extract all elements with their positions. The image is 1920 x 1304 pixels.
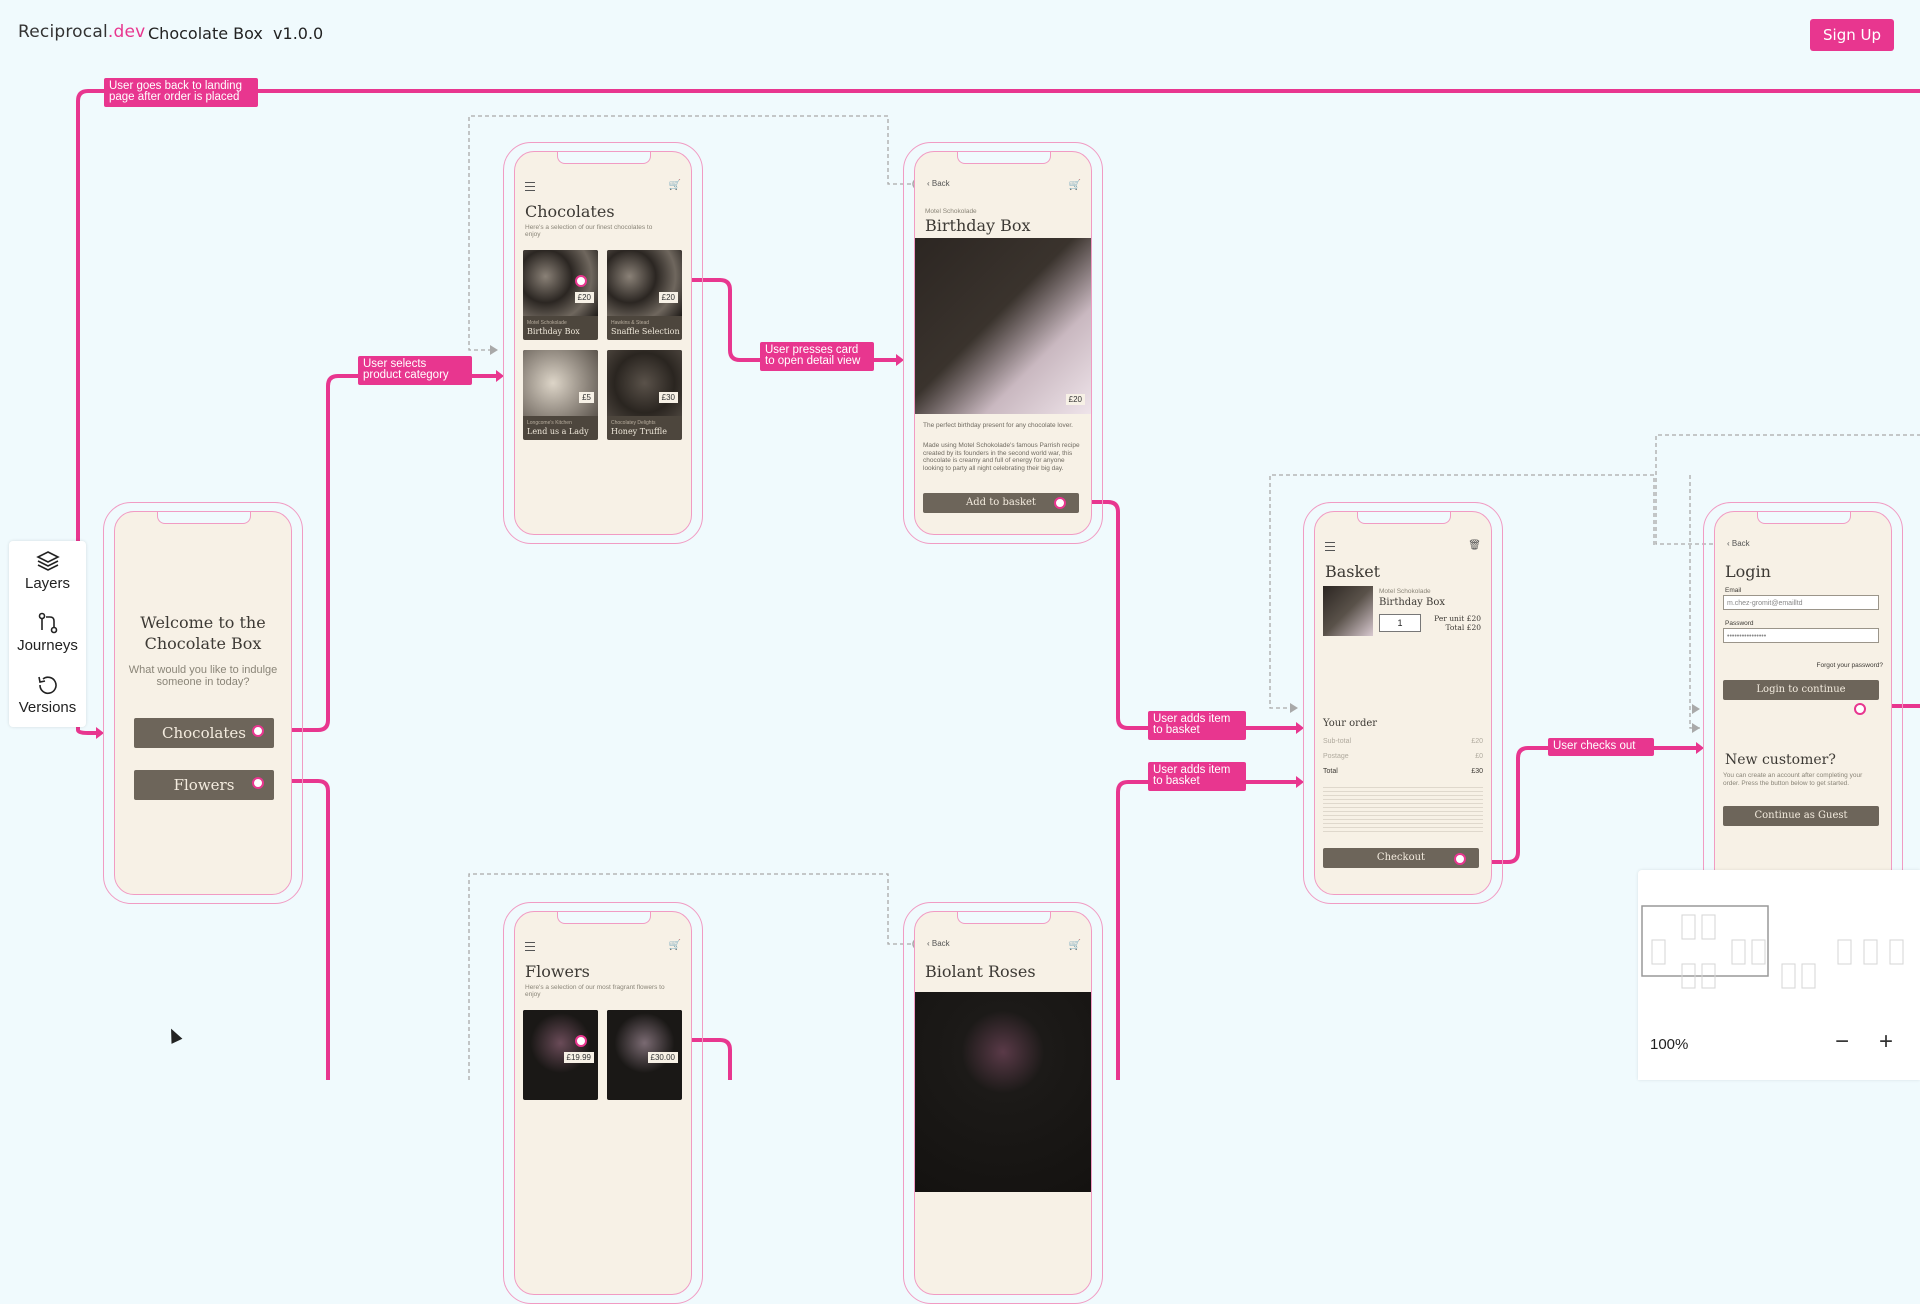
menu-icon[interactable] xyxy=(1325,542,1335,551)
product-card[interactable]: £5 Longcome's Kitchen Lend us a Lady xyxy=(523,350,598,440)
flowers-subtitle: Here's a selection of our most fragrant … xyxy=(525,984,665,998)
connector-dot-flowers[interactable] xyxy=(252,777,264,789)
zoom-out-button[interactable]: − xyxy=(1830,1030,1854,1054)
zoom-in-button[interactable]: + xyxy=(1874,1030,1898,1054)
basket-item-name: Birthday Box xyxy=(1379,597,1445,608)
menu-icon[interactable] xyxy=(525,182,535,191)
password-field[interactable]: •••••••••••••••• xyxy=(1723,628,1879,643)
basket-title: Basket xyxy=(1325,562,1381,581)
product-card[interactable]: £19.99 xyxy=(523,1010,598,1100)
left-toolbar: Layers Journeys Versions xyxy=(9,541,86,727)
cart-icon[interactable]: 🛒 xyxy=(1069,940,1081,951)
flow-label-select-category[interactable]: User selects product category xyxy=(358,356,472,385)
chocolates-subtitle: Here's a selection of our finest chocola… xyxy=(525,224,653,238)
journeys-icon xyxy=(38,612,57,634)
screen-welcome[interactable]: Welcome to the Chocolate Box What would … xyxy=(103,502,303,904)
sidebar-label-layers: Layers xyxy=(24,575,71,592)
flow-label-back-to-landing[interactable]: User goes back to landing page after ord… xyxy=(104,78,258,107)
detail-price: £20 xyxy=(1065,394,1085,405)
sidebar-item-journeys[interactable]: Journeys xyxy=(9,603,86,659)
total-label: Total xyxy=(1323,768,1338,775)
sidebar-label-versions: Versions xyxy=(18,699,77,716)
screen-flowers[interactable]: 🛒 Flowers Here's a selection of our most… xyxy=(503,902,703,1304)
sidebar-label-journeys: Journeys xyxy=(17,637,78,654)
password-label: Password xyxy=(1725,620,1754,627)
flow-label-checks-out[interactable]: User checks out xyxy=(1548,738,1654,756)
flowers-title: Flowers xyxy=(525,962,590,981)
trash-icon[interactable]: 🗑 xyxy=(1468,540,1481,551)
dashed-back-login-2 xyxy=(1689,475,1700,729)
flow-line-chocolates xyxy=(272,374,496,732)
line-total: Total £20 xyxy=(1445,623,1481,632)
connector-dot-checkout[interactable] xyxy=(1454,853,1466,865)
screen-chocolates[interactable]: 🛒 Chocolates Here's a selection of our f… xyxy=(503,142,703,544)
screen-basket[interactable]: 🗑 Basket Motel Schokolade Birthday Box 1… xyxy=(1303,502,1503,904)
your-order-heading: Your order xyxy=(1323,718,1378,729)
cart-icon[interactable]: 🛒 xyxy=(669,940,681,951)
new-customer-heading: New customer? xyxy=(1725,752,1836,768)
flow-label-add-item-1[interactable]: User adds item to basket xyxy=(1148,711,1246,740)
continue-as-guest-button[interactable]: Continue as Guest xyxy=(1723,806,1879,826)
subtotal-label: Sub-total xyxy=(1323,738,1352,745)
connector-dot-login[interactable] xyxy=(1854,703,1866,715)
email-label: Email xyxy=(1725,587,1742,594)
detail-brand: Motel Schokolade xyxy=(925,208,977,215)
detail-description-2: Made using Motel Schokolade's famous Par… xyxy=(923,442,1080,472)
terms-text xyxy=(1323,784,1483,834)
chocolates-title: Chocolates xyxy=(525,202,615,221)
screen-roses-detail[interactable]: ‹ Back 🛒 Biolant Roses xyxy=(903,902,1103,1304)
zoom-level: 100% xyxy=(1650,1036,1689,1053)
back-link[interactable]: ‹ Back xyxy=(927,179,950,188)
quantity-input[interactable]: 1 xyxy=(1379,614,1421,632)
basket-item-thumbnail xyxy=(1323,586,1373,636)
product-card[interactable]: £30 Chocolatey Delights Honey Truffle xyxy=(607,350,682,440)
product-image xyxy=(915,238,1091,414)
cart-icon[interactable]: 🛒 xyxy=(669,180,681,191)
layers-icon xyxy=(35,551,60,571)
screen-product-detail[interactable]: ‹ Back 🛒 Motel Schokolade Birthday Box £… xyxy=(903,142,1103,544)
connector-dot-chocolates[interactable] xyxy=(252,725,264,737)
flow-label-add-item-2[interactable]: User adds item to basket xyxy=(1148,762,1246,791)
product-card[interactable]: £20 Hawkins & Stead Snaffle Selection xyxy=(607,250,682,340)
minimap-canvas[interactable] xyxy=(1638,870,1920,1020)
back-link[interactable]: ‹ Back xyxy=(1727,539,1750,548)
connector-dot-flower-card[interactable] xyxy=(575,1035,587,1047)
roses-image xyxy=(915,992,1091,1192)
screen-login[interactable]: ‹ Back Login Email m.chez-gromit@emaillt… xyxy=(1703,502,1903,904)
versions-icon xyxy=(37,676,57,695)
product-card[interactable]: £30.00 xyxy=(607,1010,682,1100)
connector-dot-add[interactable] xyxy=(1054,497,1066,509)
total-value: £30 xyxy=(1471,768,1483,775)
menu-icon[interactable] xyxy=(525,942,535,951)
flow-label-open-detail[interactable]: User presses card to open detail view xyxy=(760,342,874,371)
roses-title: Biolant Roses xyxy=(925,962,1036,981)
product-card[interactable]: £20 Motel Schokolade Birthday Box xyxy=(523,250,598,340)
minimap-panel[interactable]: 100% − + xyxy=(1638,870,1920,1080)
forgot-password-link[interactable]: Forgot your password? xyxy=(1817,662,1883,669)
flow-line-add-basket-1 xyxy=(1064,500,1296,730)
back-link[interactable]: ‹ Back xyxy=(927,939,950,948)
sidebar-item-versions[interactable]: Versions xyxy=(9,665,86,721)
per-unit-price: Per unit £20 xyxy=(1434,614,1481,623)
flow-line-add-basket-2 xyxy=(1116,780,1296,1080)
postage-label: Postage xyxy=(1323,753,1349,760)
welcome-title: Welcome to the Chocolate Box xyxy=(140,613,266,653)
postage-value: £0 xyxy=(1475,753,1483,760)
connector-dot-card[interactable] xyxy=(575,275,587,287)
subtotal-value: £20 xyxy=(1471,738,1483,745)
cart-icon[interactable]: 🛒 xyxy=(1069,180,1081,191)
detail-description-1: The perfect birthday present for any cho… xyxy=(923,422,1073,429)
detail-title: Birthday Box xyxy=(925,216,1031,235)
basket-item-brand: Motel Schokolade xyxy=(1379,588,1431,595)
new-customer-text: You can create an account after completi… xyxy=(1723,772,1863,787)
login-title: Login xyxy=(1725,562,1771,581)
login-button[interactable]: Login to continue xyxy=(1723,680,1879,700)
welcome-subtitle: What would you like to indulge someone i… xyxy=(128,664,278,688)
sidebar-item-layers[interactable]: Layers xyxy=(9,541,86,597)
email-field[interactable]: m.chez-gromit@emailltd xyxy=(1723,595,1879,610)
